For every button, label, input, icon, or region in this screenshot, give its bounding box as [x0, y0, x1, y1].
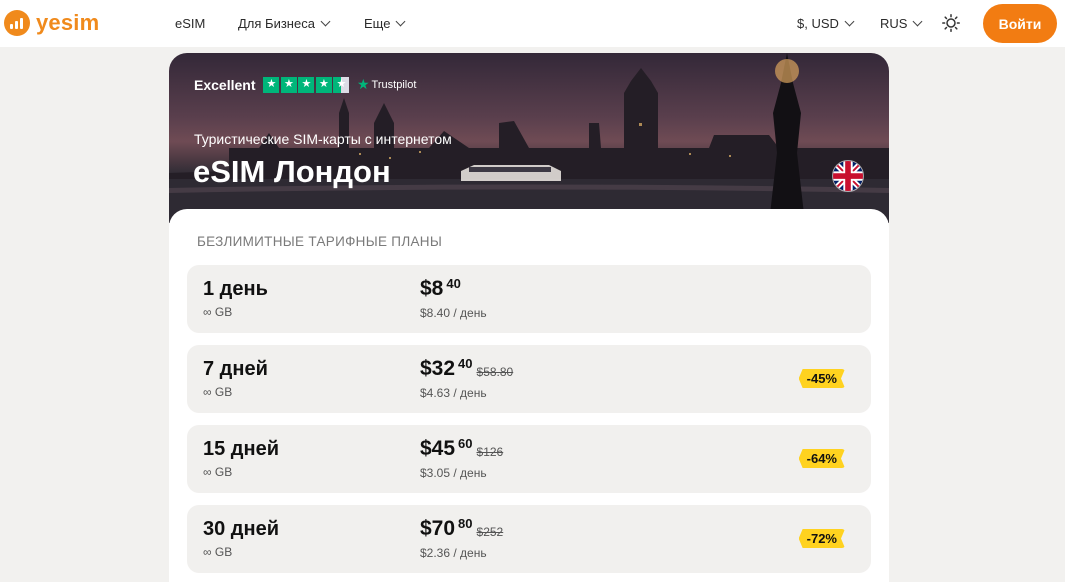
price-cents: 40 — [446, 276, 461, 291]
plan-option-15-days[interactable]: 15 дней ∞ GB $45 60 $126 $3.05 / день -6… — [187, 425, 871, 493]
price-per-day: $8.40 / день — [420, 306, 487, 320]
plan-duration: 7 дней — [203, 358, 268, 380]
sun-icon[interactable] — [942, 14, 960, 32]
hero-subtitle: Туристические SIM-карты с интернетом — [194, 131, 452, 147]
plan-data-amount: ∞ GB — [203, 465, 233, 479]
price-cents: 60 — [458, 436, 473, 451]
chevron-down-icon — [396, 16, 406, 27]
star-icon: ★ — [263, 76, 280, 93]
plans-card: БЕЗЛИМИТНЫЕ ТАРИФНЫЕ ПЛАНЫ 1 день ∞ GB $… — [169, 209, 889, 582]
login-button[interactable]: Войти — [983, 4, 1057, 43]
currency-label: $, USD — [797, 16, 839, 31]
trustpilot-rating-word: Excellent — [194, 76, 256, 93]
plan-option-7-days[interactable]: 7 дней ∞ GB $32 40 $58.80 $4.63 / день -… — [187, 345, 871, 413]
plan-duration: 15 дней — [203, 438, 279, 460]
discount-badge: -72% — [799, 529, 845, 548]
price-cents: 40 — [458, 356, 473, 371]
nav-business-label: Для Бизнеса — [238, 16, 315, 31]
top-navbar: yesim eSIM Для Бизнеса Еще $, USD RUS Во… — [0, 0, 1065, 47]
trustpilot-brand-label: Trustpilot — [371, 78, 417, 91]
chevron-down-icon — [320, 16, 331, 27]
nav-esim-label: eSIM — [175, 16, 206, 31]
section-title: БЕЗЛИМИТНЫЕ ТАРИФНЫЕ ПЛАНЫ — [197, 234, 443, 249]
star-icon: ★ — [298, 76, 315, 93]
old-price: $252 — [476, 525, 504, 539]
price-main: $32 — [420, 357, 456, 380]
price-main: $45 — [420, 437, 456, 460]
trustpilot-star-icon: ★ — [356, 76, 370, 92]
logo-icon — [4, 10, 30, 36]
price-cents: 80 — [458, 516, 473, 531]
plan-data-amount: ∞ GB — [203, 305, 233, 319]
hero-banner: Excellent ★ ★ ★ ★ ★ ★ Trustpilot Туристи… — [169, 53, 889, 223]
trustpilot-rating[interactable]: Excellent ★ ★ ★ ★ ★ ★ Trustpilot — [194, 76, 416, 93]
nav-esim[interactable]: eSIM — [175, 16, 205, 31]
plan-data-amount: ∞ GB — [203, 545, 233, 559]
price-main: $70 — [420, 517, 456, 540]
price-per-day: $3.05 / день — [420, 466, 487, 480]
chevron-down-icon — [913, 16, 923, 27]
plan-option-30-days[interactable]: 30 дней ∞ GB $70 80 $252 $2.36 / день -7… — [187, 505, 871, 573]
plan-data-amount: ∞ GB — [203, 385, 233, 399]
discount-badge: -45% — [799, 369, 845, 388]
nav-more-dropdown[interactable]: Еще — [364, 16, 406, 31]
star-icon: ★ — [280, 76, 297, 93]
plan-price: $45 60 $126 — [420, 436, 504, 461]
plan-duration: 1 день — [203, 278, 268, 300]
plan-option-1-day[interactable]: 1 день ∞ GB $8 40 $8.40 / день — [187, 265, 871, 333]
plan-duration: 30 дней — [203, 518, 279, 540]
plan-price: $32 40 $58.80 — [420, 356, 514, 381]
plan-price: $70 80 $252 — [420, 516, 504, 541]
logo-text: yesim — [36, 10, 100, 35]
price-per-day: $4.63 / день — [420, 386, 487, 400]
rating-stars: ★ ★ ★ ★ ★ — [263, 76, 351, 93]
page-title: eSIM Лондон — [193, 154, 391, 189]
trustpilot-brand: ★ Trustpilot — [357, 76, 416, 93]
half-star-icon: ★ — [333, 76, 350, 93]
nav-business-dropdown[interactable]: Для Бизнеса — [238, 16, 331, 31]
language-selector[interactable]: RUS — [880, 16, 923, 31]
currency-selector[interactable]: $, USD — [797, 16, 855, 31]
nav-more-label: Еще — [364, 16, 391, 31]
discount-badge: -64% — [799, 449, 845, 468]
old-price: $126 — [476, 445, 504, 459]
chevron-down-icon — [844, 16, 855, 27]
language-label: RUS — [880, 16, 908, 31]
yesim-logo[interactable]: yesim — [4, 10, 99, 36]
old-price: $58.80 — [476, 365, 514, 379]
plan-price: $8 40 — [420, 276, 461, 301]
star-icon: ★ — [315, 76, 332, 93]
price-per-day: $2.36 / день — [420, 546, 487, 560]
price-main: $8 — [420, 277, 444, 300]
uk-flag-icon — [832, 160, 864, 192]
